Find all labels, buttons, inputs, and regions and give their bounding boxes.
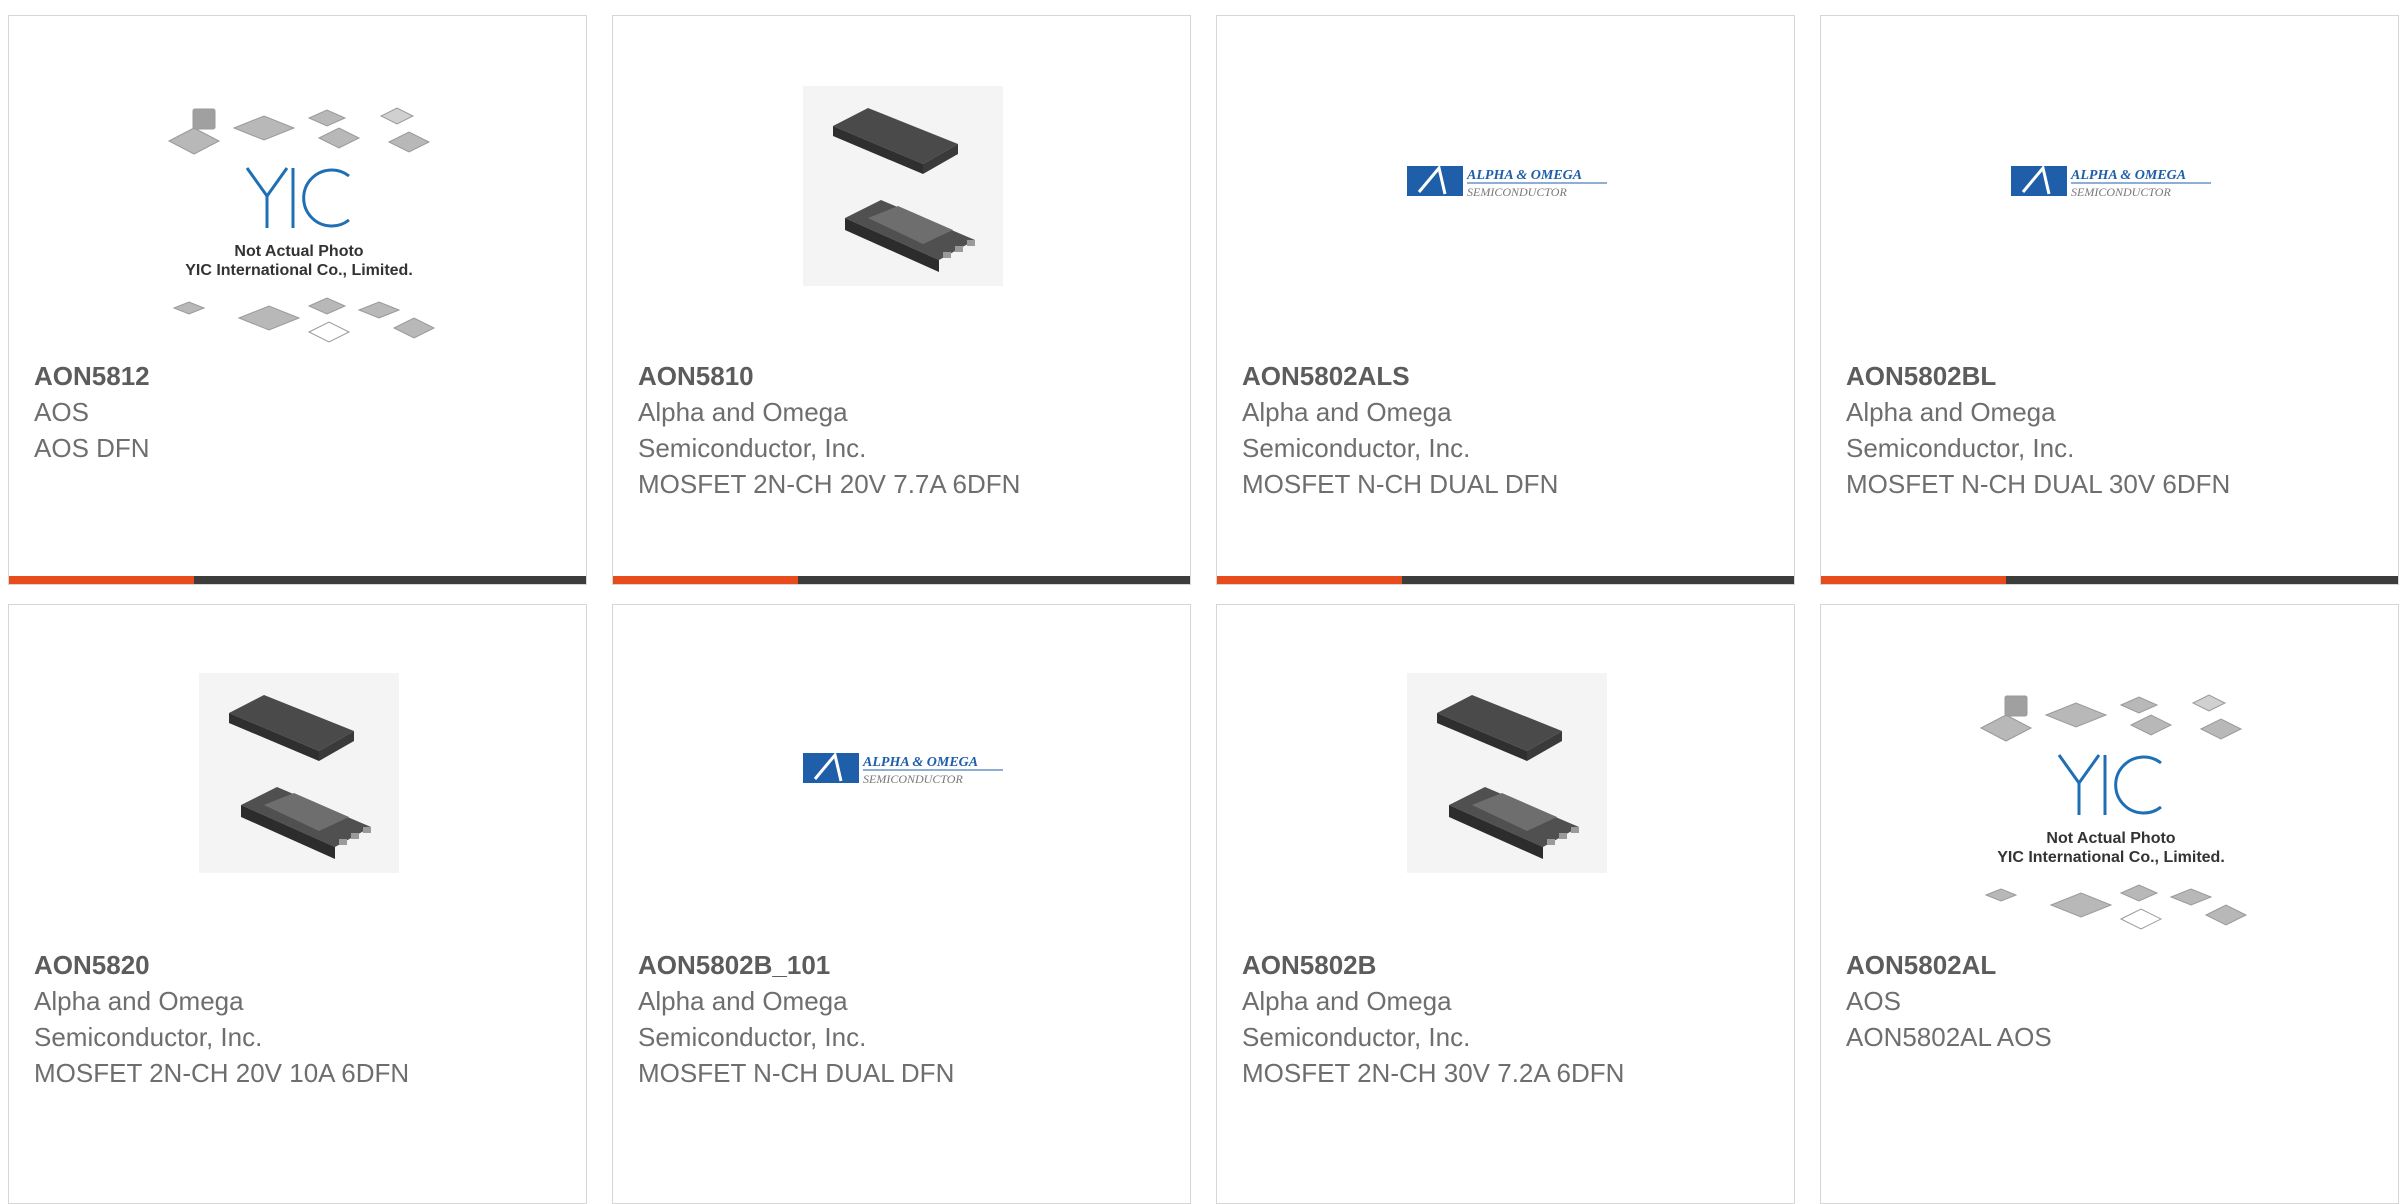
image-caption-line1: Not Actual Photo — [234, 243, 363, 260]
description: MOSFET 2N-CH 20V 10A 6DFN — [34, 1058, 410, 1088]
card-bottom-bar — [9, 576, 586, 584]
image-caption-line2: YIC International Co., Limited. — [185, 262, 413, 279]
part-number[interactable]: AON5810 — [638, 358, 1170, 394]
manufacturer-line1: Alpha and Omega — [1242, 986, 1452, 1016]
card-bottom-bar — [1821, 576, 2398, 584]
product-card[interactable]: Not Actual Photo YIC International Co., … — [8, 15, 587, 585]
card-bottom-bar — [613, 576, 1190, 584]
logo-text-line2: SEMICONDUCTOR — [863, 772, 963, 786]
description: MOSFET 2N-CH 20V 7.7A 6DFN — [638, 469, 1021, 499]
part-number[interactable]: AON5802BL — [1846, 358, 2378, 394]
logo-text-line1: ALPHA & OMEGA — [1466, 168, 1582, 183]
product-card[interactable]: AON5820 Alpha and Omega Semiconductor, I… — [8, 604, 587, 1204]
logo-text-line1: ALPHA & OMEGA — [2070, 168, 2186, 183]
product-image[interactable] — [9, 605, 586, 943]
manufacturer: AOS — [1846, 986, 1901, 1016]
product-image[interactable] — [1217, 605, 1794, 943]
part-number[interactable]: AON5802B — [1242, 947, 1774, 983]
dfn-package-image — [1407, 673, 1607, 873]
manufacturer-line1: Alpha and Omega — [638, 986, 848, 1016]
manufacturer-line2: Semiconductor, Inc. — [34, 1022, 263, 1052]
not-actual-photo-image: Not Actual Photo YIC International Co., … — [167, 107, 436, 343]
description: AON5802AL AOS — [1846, 1022, 2052, 1052]
logo-text-line1: ALPHA & OMEGA — [862, 755, 978, 770]
description: MOSFET N-CH DUAL DFN — [1242, 469, 1559, 499]
alpha-omega-logo-image: ALPHA & OMEGA SEMICONDUCTOR — [2011, 164, 2211, 199]
manufacturer-line2: Semiconductor, Inc. — [638, 1022, 867, 1052]
description: MOSFET N-CH DUAL 30V 6DFN — [1846, 469, 2231, 499]
manufacturer-line2: Semiconductor, Inc. — [1242, 1022, 1471, 1052]
part-number[interactable]: AON5812 — [34, 358, 566, 394]
manufacturer-line1: Alpha and Omega — [1242, 397, 1452, 427]
product-card[interactable]: ALPHA & OMEGA SEMICONDUCTOR AON5802ALS A… — [1216, 15, 1795, 585]
manufacturer-line2: Semiconductor, Inc. — [638, 433, 867, 463]
manufacturer-line2: Semiconductor, Inc. — [1846, 433, 2075, 463]
card-accent-bar — [613, 576, 798, 584]
logo-text-line2: SEMICONDUCTOR — [1467, 185, 1567, 199]
part-number[interactable]: AON5802AL — [1846, 947, 2378, 983]
product-image[interactable] — [613, 16, 1190, 356]
part-number[interactable]: AON5820 — [34, 947, 566, 983]
manufacturer-line1: Alpha and Omega — [638, 397, 848, 427]
card-accent-bar — [1217, 576, 1402, 584]
image-caption-line1: Not Actual Photo — [2046, 830, 2175, 847]
product-image[interactable]: ALPHA & OMEGA SEMICONDUCTOR — [1821, 16, 2398, 356]
logo-text-line2: SEMICONDUCTOR — [2071, 185, 2171, 199]
manufacturer-line2: Semiconductor, Inc. — [1242, 433, 1471, 463]
alpha-omega-logo-image: ALPHA & OMEGA SEMICONDUCTOR — [803, 751, 1003, 786]
card-accent-bar — [9, 576, 194, 584]
not-actual-photo-image: Not Actual Photo YIC International Co., … — [1979, 694, 2248, 930]
product-card[interactable]: Not Actual Photo YIC International Co., … — [1820, 604, 2399, 1204]
product-card[interactable]: ALPHA & OMEGA SEMICONDUCTOR AON5802BL Al… — [1820, 15, 2399, 585]
image-caption-line2: YIC International Co., Limited. — [1997, 849, 2225, 866]
card-accent-bar — [1821, 576, 2006, 584]
product-image[interactable]: ALPHA & OMEGA SEMICONDUCTOR — [1217, 16, 1794, 356]
description: MOSFET 2N-CH 30V 7.2A 6DFN — [1242, 1058, 1625, 1088]
product-card[interactable]: AON5810 Alpha and Omega Semiconductor, I… — [612, 15, 1191, 585]
part-number[interactable]: AON5802ALS — [1242, 358, 1774, 394]
product-card[interactable]: AON5802B Alpha and Omega Semiconductor, … — [1216, 604, 1795, 1204]
manufacturer-line1: Alpha and Omega — [34, 986, 244, 1016]
product-grid: Not Actual Photo YIC International Co., … — [0, 0, 2400, 1204]
product-image[interactable]: Not Actual Photo YIC International Co., … — [1821, 605, 2398, 943]
product-card[interactable]: ALPHA & OMEGA SEMICONDUCTOR AON5802B_101… — [612, 604, 1191, 1204]
alpha-omega-logo-image: ALPHA & OMEGA SEMICONDUCTOR — [1407, 164, 1607, 199]
part-number[interactable]: AON5802B_101 — [638, 947, 1170, 983]
card-bottom-bar — [1217, 576, 1794, 584]
dfn-package-image — [199, 673, 399, 873]
description: MOSFET N-CH DUAL DFN — [638, 1058, 955, 1088]
dfn-package-image — [803, 86, 1003, 286]
product-image[interactable]: Not Actual Photo YIC International Co., … — [9, 16, 586, 356]
product-image[interactable]: ALPHA & OMEGA SEMICONDUCTOR — [613, 605, 1190, 943]
description: AOS DFN — [34, 433, 150, 463]
manufacturer: AOS — [34, 397, 89, 427]
manufacturer-line1: Alpha and Omega — [1846, 397, 2056, 427]
